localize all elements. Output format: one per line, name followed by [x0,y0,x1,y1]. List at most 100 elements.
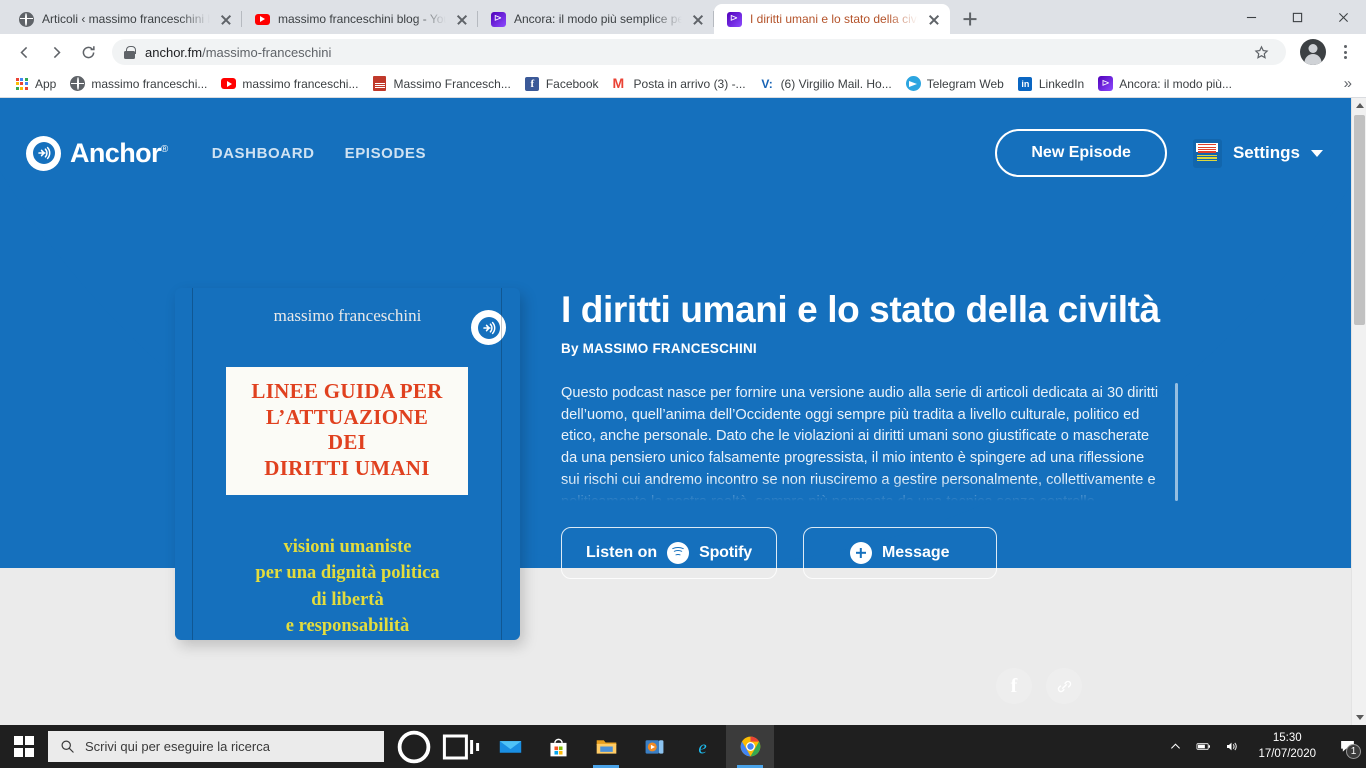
task-view-icon[interactable] [438,725,486,768]
podcast-description-container[interactable]: Questo podcast nasce per fornire una ver… [561,383,1186,501]
bookmark-item[interactable]: massimo franceschi... [215,73,364,94]
book-icon [372,76,387,91]
gmail-icon [613,76,628,91]
bookmark-label: Ancora: il modo più... [1119,77,1232,91]
plus-circle-icon [850,542,872,564]
clock[interactable]: 15:30 17/07/2020 [1246,731,1328,762]
battery-icon[interactable] [1190,725,1216,768]
cover-title-line: DEI [232,430,462,456]
volume-icon[interactable] [1218,725,1244,768]
microsoft-store-icon[interactable] [534,725,582,768]
youtube-icon [254,11,270,27]
close-icon[interactable] [454,11,470,27]
windows-taskbar: Scrivi qui per eseguire la ricerca [0,725,1366,768]
close-icon[interactable] [690,11,706,27]
system-tray: 15:30 17/07/2020 1 [1162,725,1366,768]
tab-strip: Articoli ‹ massimo franceschini bl massi… [0,0,1366,34]
bookmark-item[interactable]: Massimo Francesch... [366,73,516,94]
show-hidden-icons-icon[interactable] [1162,725,1188,768]
linkedin-icon: in [1018,76,1033,91]
windows-start-icon[interactable] [0,725,48,768]
browser-tab[interactable]: ⊳ Ancora: il modo più semplice per [478,4,714,34]
bookmark-item[interactable]: ⊳ Ancora: il modo più... [1092,73,1238,94]
anchor-logo[interactable]: Anchor® [26,136,168,171]
close-icon[interactable] [926,11,942,27]
reload-icon[interactable] [74,38,102,66]
settings-menu[interactable]: Settings [1193,139,1323,168]
globe-icon [18,11,34,27]
description-fade [561,479,1186,501]
link-icon[interactable] [1046,668,1082,704]
bookmark-label: massimo franceschi... [91,77,207,91]
site-navbar: Anchor® DASHBOARD EPISODES New Episode S… [0,98,1351,208]
forward-icon[interactable] [42,38,70,66]
anchor-icon: ⊳ [1098,76,1113,91]
listen-on-label: Listen on [586,544,657,562]
maximize-icon[interactable] [1274,0,1320,34]
new-tab-button[interactable] [956,5,984,33]
address-bar[interactable]: anchor.fm/massimo-franceschini [112,39,1286,65]
anchor-icon: ⊳ [726,11,742,27]
close-icon[interactable] [1320,0,1366,34]
star-icon[interactable] [1248,39,1274,65]
avatar[interactable] [1300,39,1326,65]
tab-title: Articoli ‹ massimo franceschini bl [42,12,210,26]
notification-count-badge: 1 [1346,744,1361,759]
nav-item-episodes[interactable]: EPISODES [345,145,427,162]
minimize-icon[interactable] [1228,0,1274,34]
close-icon[interactable] [218,11,234,27]
kebab-menu-icon[interactable] [1334,39,1356,65]
cover-title-line: L’ATTUAZIONE [232,405,462,431]
bookmark-item[interactable]: f Facebook [519,73,605,94]
tab-title: I diritti umani e lo stato della civi [750,12,918,26]
bookmarks-bar: App massimo franceschi... massimo france… [0,70,1366,98]
facebook-icon[interactable]: f [996,668,1032,704]
cover-subtitle-block: visioni umaniste per una dignità politic… [201,534,494,639]
globe-icon [70,76,85,91]
browser-tab-active[interactable]: ⊳ I diritti umani e lo stato della civi [714,4,950,34]
bookmark-item[interactable]: massimo franceschi... [64,73,213,94]
file-explorer-icon[interactable] [582,725,630,768]
scrollbar-thumb[interactable] [1354,115,1365,325]
scroll-up-arrow-icon[interactable] [1352,98,1366,113]
cover-subtitle-line: per una dignità politica [201,560,494,586]
bookmark-item[interactable]: Posta in arrivo (3) -... [607,73,752,94]
browser-tab[interactable]: Articoli ‹ massimo franceschini bl [6,4,242,34]
new-episode-button[interactable]: New Episode [995,129,1167,177]
bookmark-label: Posta in arrivo (3) -... [634,77,746,91]
cover-title-line: DIRITTI UMANI [232,456,462,482]
spotify-brand-label: Spotify [699,544,752,562]
browser-tab[interactable]: massimo franceschini blog - YouT [242,4,478,34]
bookmarks-overflow-button[interactable]: » [1338,75,1358,92]
back-icon[interactable] [10,38,38,66]
media-player-icon[interactable] [630,725,678,768]
cover-subtitle-line: di libertà [201,587,494,613]
bookmark-label: LinkedIn [1039,77,1084,91]
nav-item-dashboard[interactable]: DASHBOARD [212,145,315,162]
bookmark-label: Massimo Francesch... [393,77,510,91]
page-viewport: Anchor® DASHBOARD EPISODES New Episode S… [0,98,1366,725]
search-input[interactable]: Scrivi qui per eseguire la ricerca [48,731,384,762]
message-button[interactable]: Message [803,527,997,579]
bookmark-label: App [35,77,56,91]
show-thumbnail-icon [1193,139,1222,168]
podcast-cover-art: massimo franceschini LINEE GUIDA PER L’A… [175,288,520,640]
listen-on-spotify-button[interactable]: Listen on Spotify [561,527,777,579]
bookmark-item[interactable]: App [8,73,62,94]
clock-date: 17/07/2020 [1258,747,1316,763]
page-scrollbar[interactable] [1351,98,1366,725]
bookmark-label: Facebook [546,77,599,91]
bookmark-item[interactable]: in LinkedIn [1012,73,1090,94]
podcast-author: By MASSIMO FRANCESCHINI [561,341,1186,356]
action-center-icon[interactable]: 1 [1330,725,1364,768]
scroll-down-arrow-icon[interactable] [1352,710,1366,725]
cortana-icon[interactable] [390,725,438,768]
navbar-right: New Episode Settings [995,129,1323,177]
mail-icon[interactable] [486,725,534,768]
description-scrollbar[interactable] [1175,383,1178,501]
bookmark-item[interactable]: V: (6) Virgilio Mail. Ho... [754,73,898,94]
chrome-icon[interactable] [726,725,774,768]
tab-title: Ancora: il modo più semplice per [514,12,682,26]
bookmark-item[interactable]: Telegram Web [900,73,1010,94]
internet-explorer-icon[interactable]: e [678,725,726,768]
